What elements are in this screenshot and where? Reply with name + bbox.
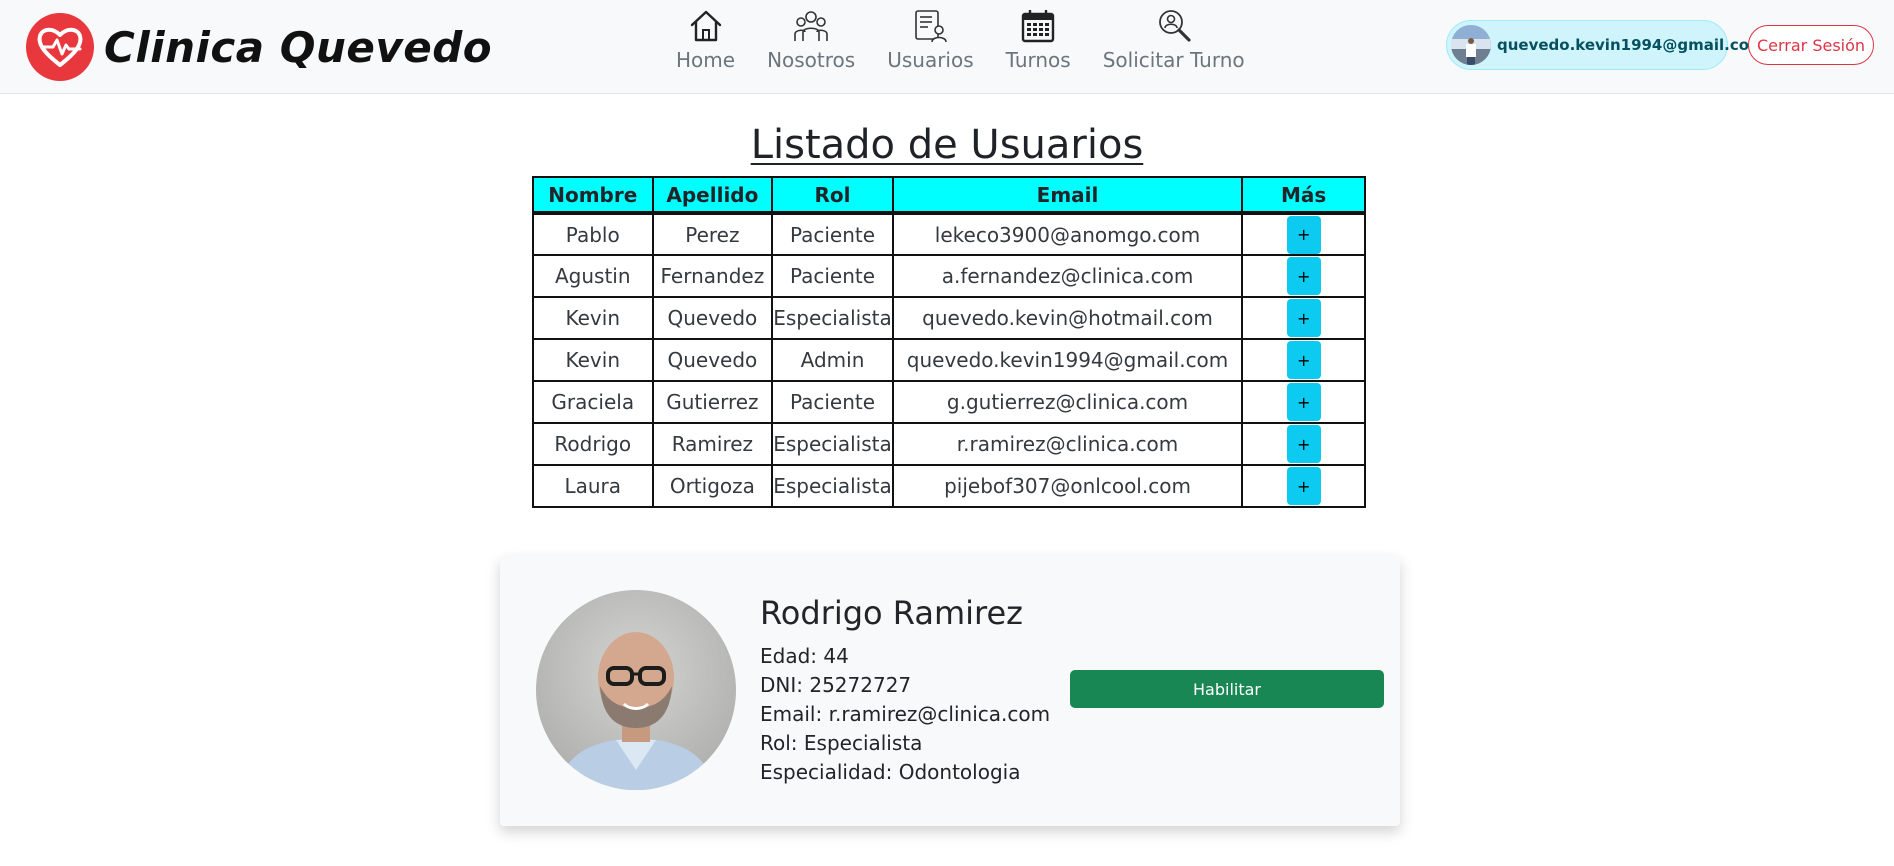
more-button[interactable]: + — [1286, 425, 1321, 463]
cell-nombre: Rodrigo — [532, 422, 654, 466]
detail-rol: Rol: Especialista — [760, 731, 923, 755]
calendar-icon — [1021, 10, 1055, 43]
nav-links: Home Nosotros Usuarios Turnos Solicitar … — [660, 8, 1261, 72]
nav-item-usuarios[interactable]: Usuarios — [871, 8, 989, 72]
cell-email: quevedo.kevin1994@gmail.com — [891, 338, 1244, 382]
search-user-icon — [1158, 10, 1191, 42]
column-header-email: Email — [891, 176, 1244, 215]
nav-item-nosotros[interactable]: Nosotros — [751, 8, 871, 72]
cell-email: lekeco3900@anomgo.com — [891, 212, 1244, 256]
cell-email: quevedo.kevin@hotmail.com — [891, 296, 1244, 340]
cell-rol: Paciente — [771, 254, 894, 298]
cell-rol: Especialista — [771, 296, 894, 340]
cell-email: a.fernandez@clinica.com — [891, 254, 1244, 298]
cell-apellido: Ortigoza — [651, 464, 774, 508]
cell-nombre: Graciela — [532, 380, 654, 424]
avatar — [1451, 25, 1491, 65]
cell-email: g.gutierrez@clinica.com — [891, 380, 1244, 424]
column-header-apellido: Apellido — [651, 176, 774, 215]
cell-email: pijebof307@onlcool.com — [891, 464, 1244, 508]
detail-especialidad: Especialidad: Odontologia — [760, 760, 1021, 784]
cell-mas: + — [1241, 296, 1366, 340]
nav-item-label: Turnos — [1005, 48, 1071, 72]
table-row: Graciela Gutierrez Paciente g.gutierrez@… — [532, 380, 1366, 424]
table-row: Kevin Quevedo Admin quevedo.kevin1994@gm… — [532, 338, 1366, 382]
cell-rol: Especialista — [771, 422, 894, 466]
detail-email: Email: r.ramirez@clinica.com — [760, 702, 1051, 726]
cell-mas: + — [1241, 212, 1366, 256]
table-row: Agustin Fernandez Paciente a.fernandez@c… — [532, 254, 1366, 298]
nav-item-label: Home — [676, 48, 736, 72]
cell-mas: + — [1241, 422, 1366, 466]
cell-nombre: Kevin — [532, 338, 654, 382]
navbar: Clinica Quevedo Home Nosotros Usuarios T… — [0, 0, 1894, 94]
cell-nombre: Kevin — [532, 296, 654, 340]
table-row: Laura Ortigoza Especialista pijebof307@o… — [532, 464, 1366, 508]
brand-link[interactable]: Clinica Quevedo — [26, 12, 492, 82]
nav-item-turnos[interactable]: Turnos — [990, 8, 1087, 72]
nav-item-label: Nosotros — [767, 48, 856, 72]
users-table: Nombre Apellido Rol Email Más Pablo Pere… — [532, 176, 1366, 508]
brand-title: Clinica Quevedo — [104, 22, 493, 72]
user-badge[interactable]: quevedo.kevin1994@gmail.com — [1446, 20, 1765, 70]
table-row: Kevin Quevedo Especialista quevedo.kevin… — [532, 296, 1366, 340]
cell-rol: Especialista — [771, 464, 894, 508]
cell-apellido: Perez — [651, 212, 774, 256]
cell-mas: + — [1241, 254, 1366, 298]
user-email: quevedo.kevin1994@gmail.com — [1497, 36, 1765, 54]
column-header-rol: Rol — [771, 176, 894, 215]
detail-name: Rodrigo Ramirez — [760, 594, 1023, 632]
table-row: Rodrigo Ramirez Especialista r.ramirez@c… — [532, 422, 1366, 466]
more-button[interactable]: + — [1286, 215, 1321, 254]
cell-mas: + — [1241, 464, 1366, 508]
cell-apellido: Gutierrez — [651, 380, 774, 424]
column-header-nombre: Nombre — [532, 176, 654, 215]
nav-item-home[interactable]: Home — [660, 8, 751, 72]
more-button[interactable]: + — [1286, 383, 1321, 421]
more-button[interactable]: + — [1286, 257, 1321, 295]
team-icon — [794, 11, 828, 41]
table-header-row: Nombre Apellido Rol Email Más — [532, 176, 1366, 215]
cell-rol: Admin — [771, 338, 894, 382]
column-header-mas: Más — [1241, 176, 1366, 215]
detail-info: Edad: 44 DNI: 25272727 Email: r.ramirez@… — [760, 642, 1050, 787]
cell-mas: + — [1241, 338, 1366, 382]
cell-apellido: Quevedo — [651, 296, 774, 340]
cell-apellido: Ramirez — [651, 422, 774, 466]
cell-rol: Paciente — [771, 212, 894, 256]
detail-edad: Edad: 44 — [760, 644, 849, 668]
nav-item-label: Usuarios — [887, 48, 974, 72]
table-row: Pablo Perez Paciente lekeco3900@anomgo.c… — [532, 212, 1366, 256]
more-button[interactable]: + — [1286, 341, 1321, 379]
heart-pulse-icon — [26, 13, 94, 81]
cell-email: r.ramirez@clinica.com — [891, 422, 1244, 466]
detail-dni: DNI: 25272727 — [760, 673, 912, 697]
cell-apellido: Quevedo — [651, 338, 774, 382]
more-button[interactable]: + — [1286, 299, 1321, 337]
cell-nombre: Agustin — [532, 254, 654, 298]
profile-photo — [536, 590, 736, 790]
users-list-icon — [915, 10, 948, 43]
cell-mas: + — [1241, 380, 1366, 424]
cell-nombre: Pablo — [532, 212, 654, 256]
enable-button[interactable]: Habilitar — [1070, 670, 1384, 708]
cell-apellido: Fernandez — [651, 254, 774, 298]
user-detail-card: Rodrigo Ramirez Edad: 44 DNI: 25272727 E… — [500, 556, 1400, 826]
more-button[interactable]: + — [1286, 467, 1321, 505]
logout-button[interactable]: Cerrar Sesión — [1748, 25, 1874, 65]
nav-item-solicitar-turno[interactable]: Solicitar Turno — [1087, 8, 1261, 72]
home-icon — [690, 10, 721, 42]
cell-nombre: Laura — [532, 464, 654, 508]
page-title: Listado de Usuarios — [750, 122, 1144, 168]
cell-rol: Paciente — [771, 380, 894, 424]
nav-item-label: Solicitar Turno — [1102, 48, 1245, 72]
